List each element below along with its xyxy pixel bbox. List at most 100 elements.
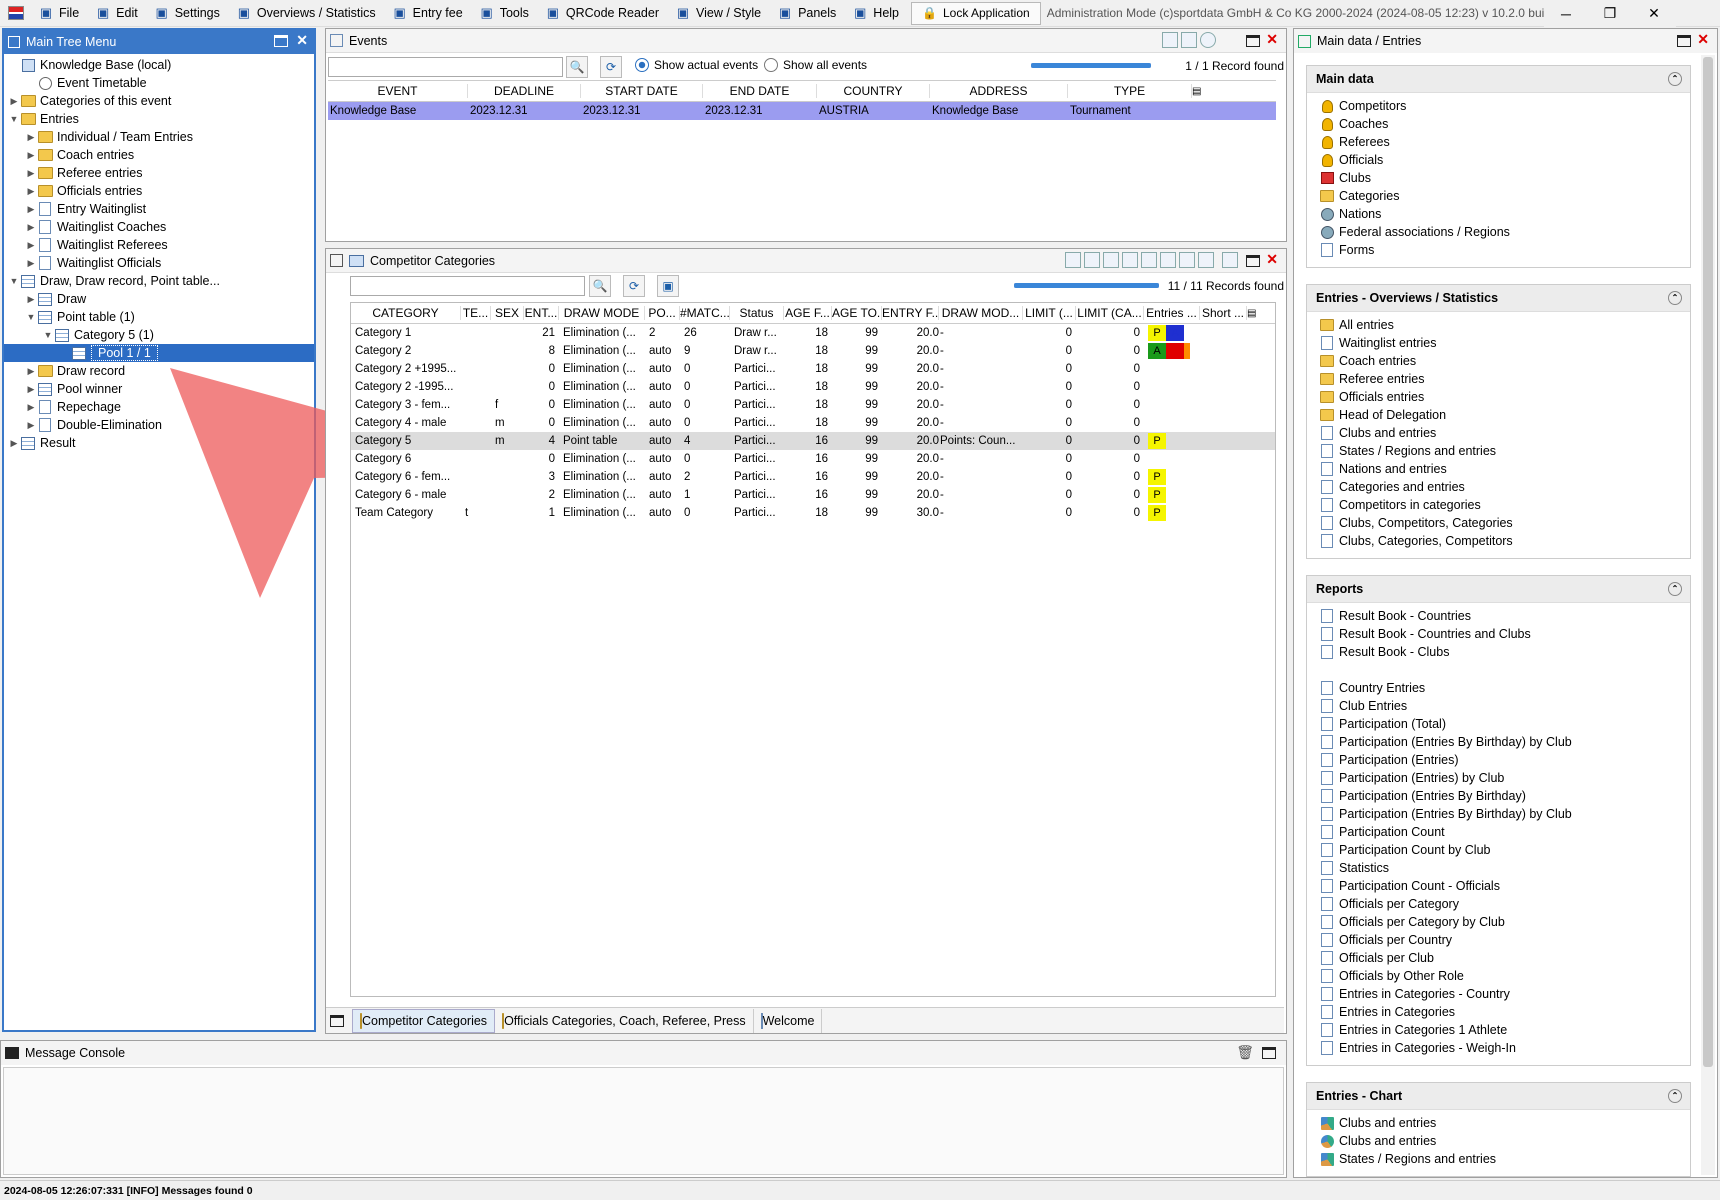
events-column-header[interactable]: COUNTRY xyxy=(817,84,930,98)
menu-settings[interactable]: ▣ Settings xyxy=(146,0,228,27)
collapse-icon[interactable]: ▼ xyxy=(42,330,54,340)
lock-application-button[interactable]: 🔒 Lock Application xyxy=(911,1,1041,25)
maximize-tree-button[interactable] xyxy=(274,35,288,47)
close-categories-button[interactable]: ✕ xyxy=(1266,251,1278,268)
rows-icon[interactable] xyxy=(1179,252,1195,268)
maximize-events-button[interactable] xyxy=(1246,35,1260,47)
section-item[interactable]: Categories and entries xyxy=(1307,478,1690,496)
section-item[interactable]: Result Book - Countries and Clubs xyxy=(1307,625,1690,643)
collapse-section-icon[interactable]: ⌃ xyxy=(1668,1089,1682,1103)
expand-icon[interactable]: ▶ xyxy=(25,384,37,395)
collapse-section-icon[interactable]: ⌃ xyxy=(1668,582,1682,596)
section-item[interactable]: Clubs xyxy=(1307,169,1690,187)
collapse-icon[interactable]: ▼ xyxy=(8,114,20,124)
events-search-button[interactable]: 🔍 xyxy=(566,56,588,78)
tree-item[interactable]: Knowledge Base (local) xyxy=(4,56,314,74)
categories-column-header[interactable]: DRAW MOD... xyxy=(939,306,1023,320)
section-header[interactable]: Reports ⌃ xyxy=(1307,576,1690,603)
list-icon[interactable] xyxy=(1122,252,1138,268)
categories-column-header[interactable]: AGE F... xyxy=(784,306,832,320)
restore-button[interactable]: ❐ xyxy=(1588,0,1632,27)
section-item[interactable]: Coaches xyxy=(1307,115,1690,133)
open-event-icon[interactable] xyxy=(1181,32,1197,48)
menu-file[interactable]: ▣ File xyxy=(30,0,87,27)
section-item[interactable]: Head of Delegation xyxy=(1307,406,1690,424)
section-item[interactable]: Clubs and entries xyxy=(1307,1114,1690,1132)
section-item[interactable]: Forms xyxy=(1307,241,1690,259)
copy-icon[interactable] xyxy=(1084,252,1100,268)
expand-icon[interactable]: ▶ xyxy=(25,258,37,269)
categories-refresh-button[interactable]: ⟳ xyxy=(623,275,645,297)
categories-column-header[interactable]: PO... xyxy=(645,306,680,320)
tree-item[interactable]: ▼ Category 5 (1) xyxy=(4,326,314,344)
categories-save-button[interactable]: ▣ xyxy=(657,275,679,297)
collapse-section-icon[interactable]: ⌃ xyxy=(1668,72,1682,86)
categories-column-header[interactable]: Status xyxy=(730,306,784,320)
expand-icon[interactable]: ▶ xyxy=(25,240,37,251)
tree-item[interactable]: ▼ Point table (1) xyxy=(4,308,314,326)
expand-icon[interactable]: ▶ xyxy=(25,402,37,413)
section-item[interactable]: Entries in Categories 1 Athlete xyxy=(1307,1021,1690,1039)
table-row[interactable]: Category 3 - fem... f 0 Elimination (... aut… xyxy=(351,396,1275,414)
events-search-input[interactable] xyxy=(328,57,563,77)
table-row[interactable]: Knowledge Base 2023.12.31 2023.12.31 2023.1… xyxy=(328,102,1276,120)
scrollbar-thumb[interactable] xyxy=(1703,57,1713,1067)
section-item[interactable]: Clubs, Categories, Competitors xyxy=(1307,532,1690,550)
expand-icon[interactable]: ▶ xyxy=(25,186,37,197)
section-item[interactable]: Federal associations / Regions xyxy=(1307,223,1690,241)
edit-event-icon[interactable] xyxy=(1162,32,1178,48)
tree-item[interactable]: ▶ Waitinglist Referees xyxy=(4,236,314,254)
section-item[interactable]: Nations xyxy=(1307,205,1690,223)
tree-item[interactable]: ▶ Waitinglist Officials xyxy=(4,254,314,272)
tab-welcome[interactable]: Welcome xyxy=(754,1008,823,1033)
menu-view-style[interactable]: ▣ View / Style xyxy=(667,0,769,27)
table-row[interactable]: Category 2 8 Elimination (... auto 9 Draw r..… xyxy=(351,342,1275,360)
section-item[interactable]: Result Book - Countries xyxy=(1307,607,1690,625)
section-item[interactable]: Officials xyxy=(1307,151,1690,169)
categories-column-header[interactable]: ENT... xyxy=(524,306,559,320)
expand-icon[interactable]: ▶ xyxy=(25,294,37,305)
table-row[interactable]: Category 6 0 Elimination (... auto 0 Partici.… xyxy=(351,450,1275,468)
expand-icon[interactable]: ▶ xyxy=(8,96,20,107)
close-events-button[interactable]: ✕ xyxy=(1266,31,1278,48)
maximize-main-data-button[interactable] xyxy=(1677,35,1691,47)
section-item[interactable]: Participation Count by Club xyxy=(1307,841,1690,859)
tree-item[interactable]: ▶ Draw xyxy=(4,290,314,308)
section-item[interactable]: Entries in Categories - Country xyxy=(1307,985,1690,1003)
radio-show-actual[interactable]: Show actual events xyxy=(635,58,758,72)
table-row[interactable]: Category 2 -1995... 0 Elimination (... auto… xyxy=(351,378,1275,396)
categories-column-header[interactable]: LIMIT (... xyxy=(1023,306,1076,320)
expand-icon[interactable]: ▶ xyxy=(25,204,37,215)
section-item[interactable]: Participation Count xyxy=(1307,823,1690,841)
tree-item[interactable]: ▶ Categories of this event xyxy=(4,92,314,110)
open-folder-icon[interactable] xyxy=(1065,252,1081,268)
tree-item[interactable]: ▶ Referee entries xyxy=(4,164,314,182)
section-header[interactable]: Main data ⌃ xyxy=(1307,66,1690,93)
section-header[interactable]: Entries - Overviews / Statistics ⌃ xyxy=(1307,285,1690,312)
table-row[interactable]: Category 1 21 Elimination (... 2 26 Draw r...… xyxy=(351,324,1275,342)
menu-panels[interactable]: ▣ Panels xyxy=(769,0,844,27)
table-row[interactable]: Category 6 - male 2 Elimination (... auto 1 P… xyxy=(351,486,1275,504)
tree-item[interactable]: ▼ Entries xyxy=(4,110,314,128)
section-item[interactable]: Participation (Entries By Birthday) xyxy=(1307,787,1690,805)
section-item[interactable]: All entries xyxy=(1307,316,1690,334)
menu-entry-fee[interactable]: ▣ Entry fee xyxy=(384,0,471,27)
section-item[interactable]: Clubs, Competitors, Categories xyxy=(1307,514,1690,532)
section-item[interactable]: Officials per Category xyxy=(1307,895,1690,913)
menu-overviews-statistics[interactable]: ▣ Overviews / Statistics xyxy=(228,0,384,27)
categories-column-header[interactable]: ENTRY F... xyxy=(882,306,939,320)
section-item[interactable]: Officials per Country xyxy=(1307,931,1690,949)
events-refresh-button[interactable]: ⟳ xyxy=(600,56,622,78)
section-item[interactable]: Participation (Entries) xyxy=(1307,751,1690,769)
close-main-data-button[interactable]: ✕ xyxy=(1697,31,1709,48)
console-output[interactable] xyxy=(3,1067,1284,1175)
minimize-button[interactable]: ─ xyxy=(1544,0,1588,27)
tree-item[interactable]: ▼ Draw, Draw record, Point table... xyxy=(4,272,314,290)
section-item[interactable]: Officials per Category by Club xyxy=(1307,913,1690,931)
tree-item[interactable]: ▶ Coach entries xyxy=(4,146,314,164)
section-item[interactable]: Officials per Club xyxy=(1307,949,1690,967)
refresh-event-icon[interactable] xyxy=(1200,32,1216,48)
palette-icon[interactable] xyxy=(1198,252,1214,268)
menu-help[interactable]: ▣ Help xyxy=(844,0,907,27)
table-row[interactable]: Category 4 - male m 0 Elimination (... auto 0… xyxy=(351,414,1275,432)
